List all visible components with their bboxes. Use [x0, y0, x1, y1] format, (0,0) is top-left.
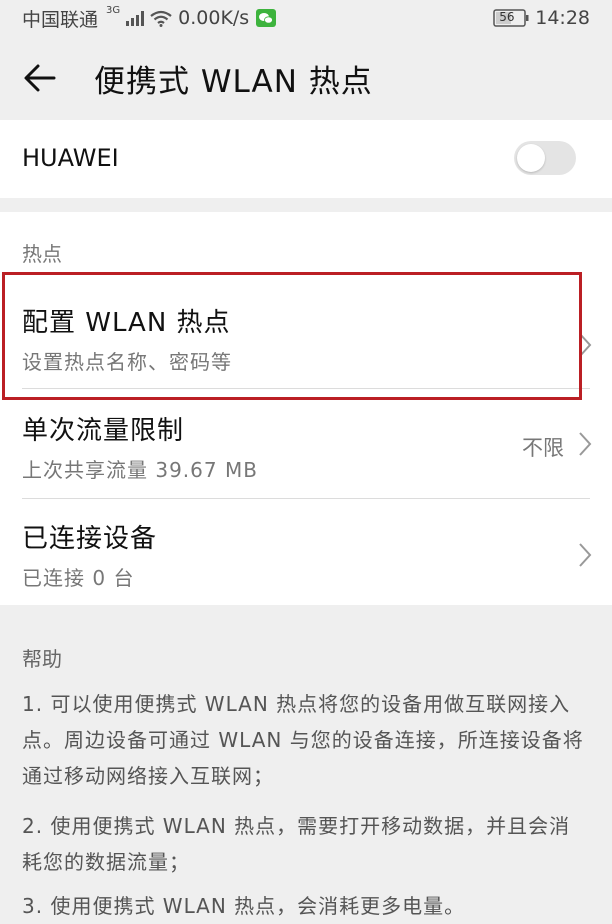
chevron-right-icon [579, 432, 592, 456]
wifi-icon [150, 10, 172, 27]
divider [22, 388, 590, 389]
hotspot-toggle-card: HUAWEI [0, 120, 612, 198]
configure-hotspot-row[interactable]: 配置 WLAN 热点 设置热点名称、密码等 [0, 302, 612, 390]
carrier-label: 中国联通 [22, 8, 99, 31]
connected-devices-row[interactable]: 已连接设备 已连接 0 台 [0, 518, 612, 598]
data-limit-value: 不限 [522, 436, 564, 460]
switch-knob [517, 144, 545, 172]
battery-level: 56 [499, 10, 515, 24]
configure-hotspot-title: 配置 WLAN 热点 [22, 308, 231, 338]
data-limit-title: 单次流量限制 [22, 416, 185, 446]
signal-icon [126, 10, 145, 26]
chevron-right-icon [579, 333, 592, 357]
section-header-hotspot: 热点 [22, 242, 62, 266]
back-arrow-icon[interactable] [20, 58, 60, 98]
help-paragraph-3: 3. 使用便携式 WLAN 热点，会消耗更多电量。 [22, 894, 466, 918]
page-title: 便携式 WLAN 热点 [94, 63, 373, 100]
hotspot-switch[interactable] [514, 141, 576, 175]
help-paragraph-2: 2. 使用便携式 WLAN 热点，需要打开移动数据，并且会消耗您的数据流量； [22, 814, 571, 874]
status-left: 中国联通 3G 0.00K/s [22, 5, 277, 32]
section-header-help: 帮助 [22, 647, 62, 671]
network-type-label: 3G [106, 4, 121, 16]
network-speed: 0.00K/s [178, 7, 250, 29]
app-bar: 便携式 WLAN 热点 [0, 36, 612, 120]
hotspot-name: HUAWEI [22, 144, 119, 172]
divider [22, 498, 590, 499]
clock: 14:28 [535, 7, 590, 29]
battery-icon: 56 [493, 9, 529, 27]
chevron-right-icon [579, 543, 592, 567]
wechat-notification-icon [255, 8, 277, 28]
data-limit-subtitle: 上次共享流量 39.67 MB [22, 458, 258, 482]
status-bar: 中国联通 3G 0.00K/s 56 14:28 [0, 0, 612, 36]
connected-devices-title: 已连接设备 [22, 524, 158, 554]
configure-hotspot-subtitle: 设置热点名称、密码等 [22, 350, 232, 374]
help-paragraph-1: 1. 可以使用便携式 WLAN 热点将您的设备用做互联网接入点。周边设备可通过 … [22, 692, 584, 788]
hotspot-settings-card: 热点 配置 WLAN 热点 设置热点名称、密码等 单次流量限制 上次共享流量 3… [0, 212, 612, 605]
connected-devices-subtitle: 已连接 0 台 [22, 566, 135, 590]
status-right: 56 14:28 [493, 7, 590, 29]
data-limit-row[interactable]: 单次流量限制 上次共享流量 39.67 MB 不限 [0, 410, 612, 498]
